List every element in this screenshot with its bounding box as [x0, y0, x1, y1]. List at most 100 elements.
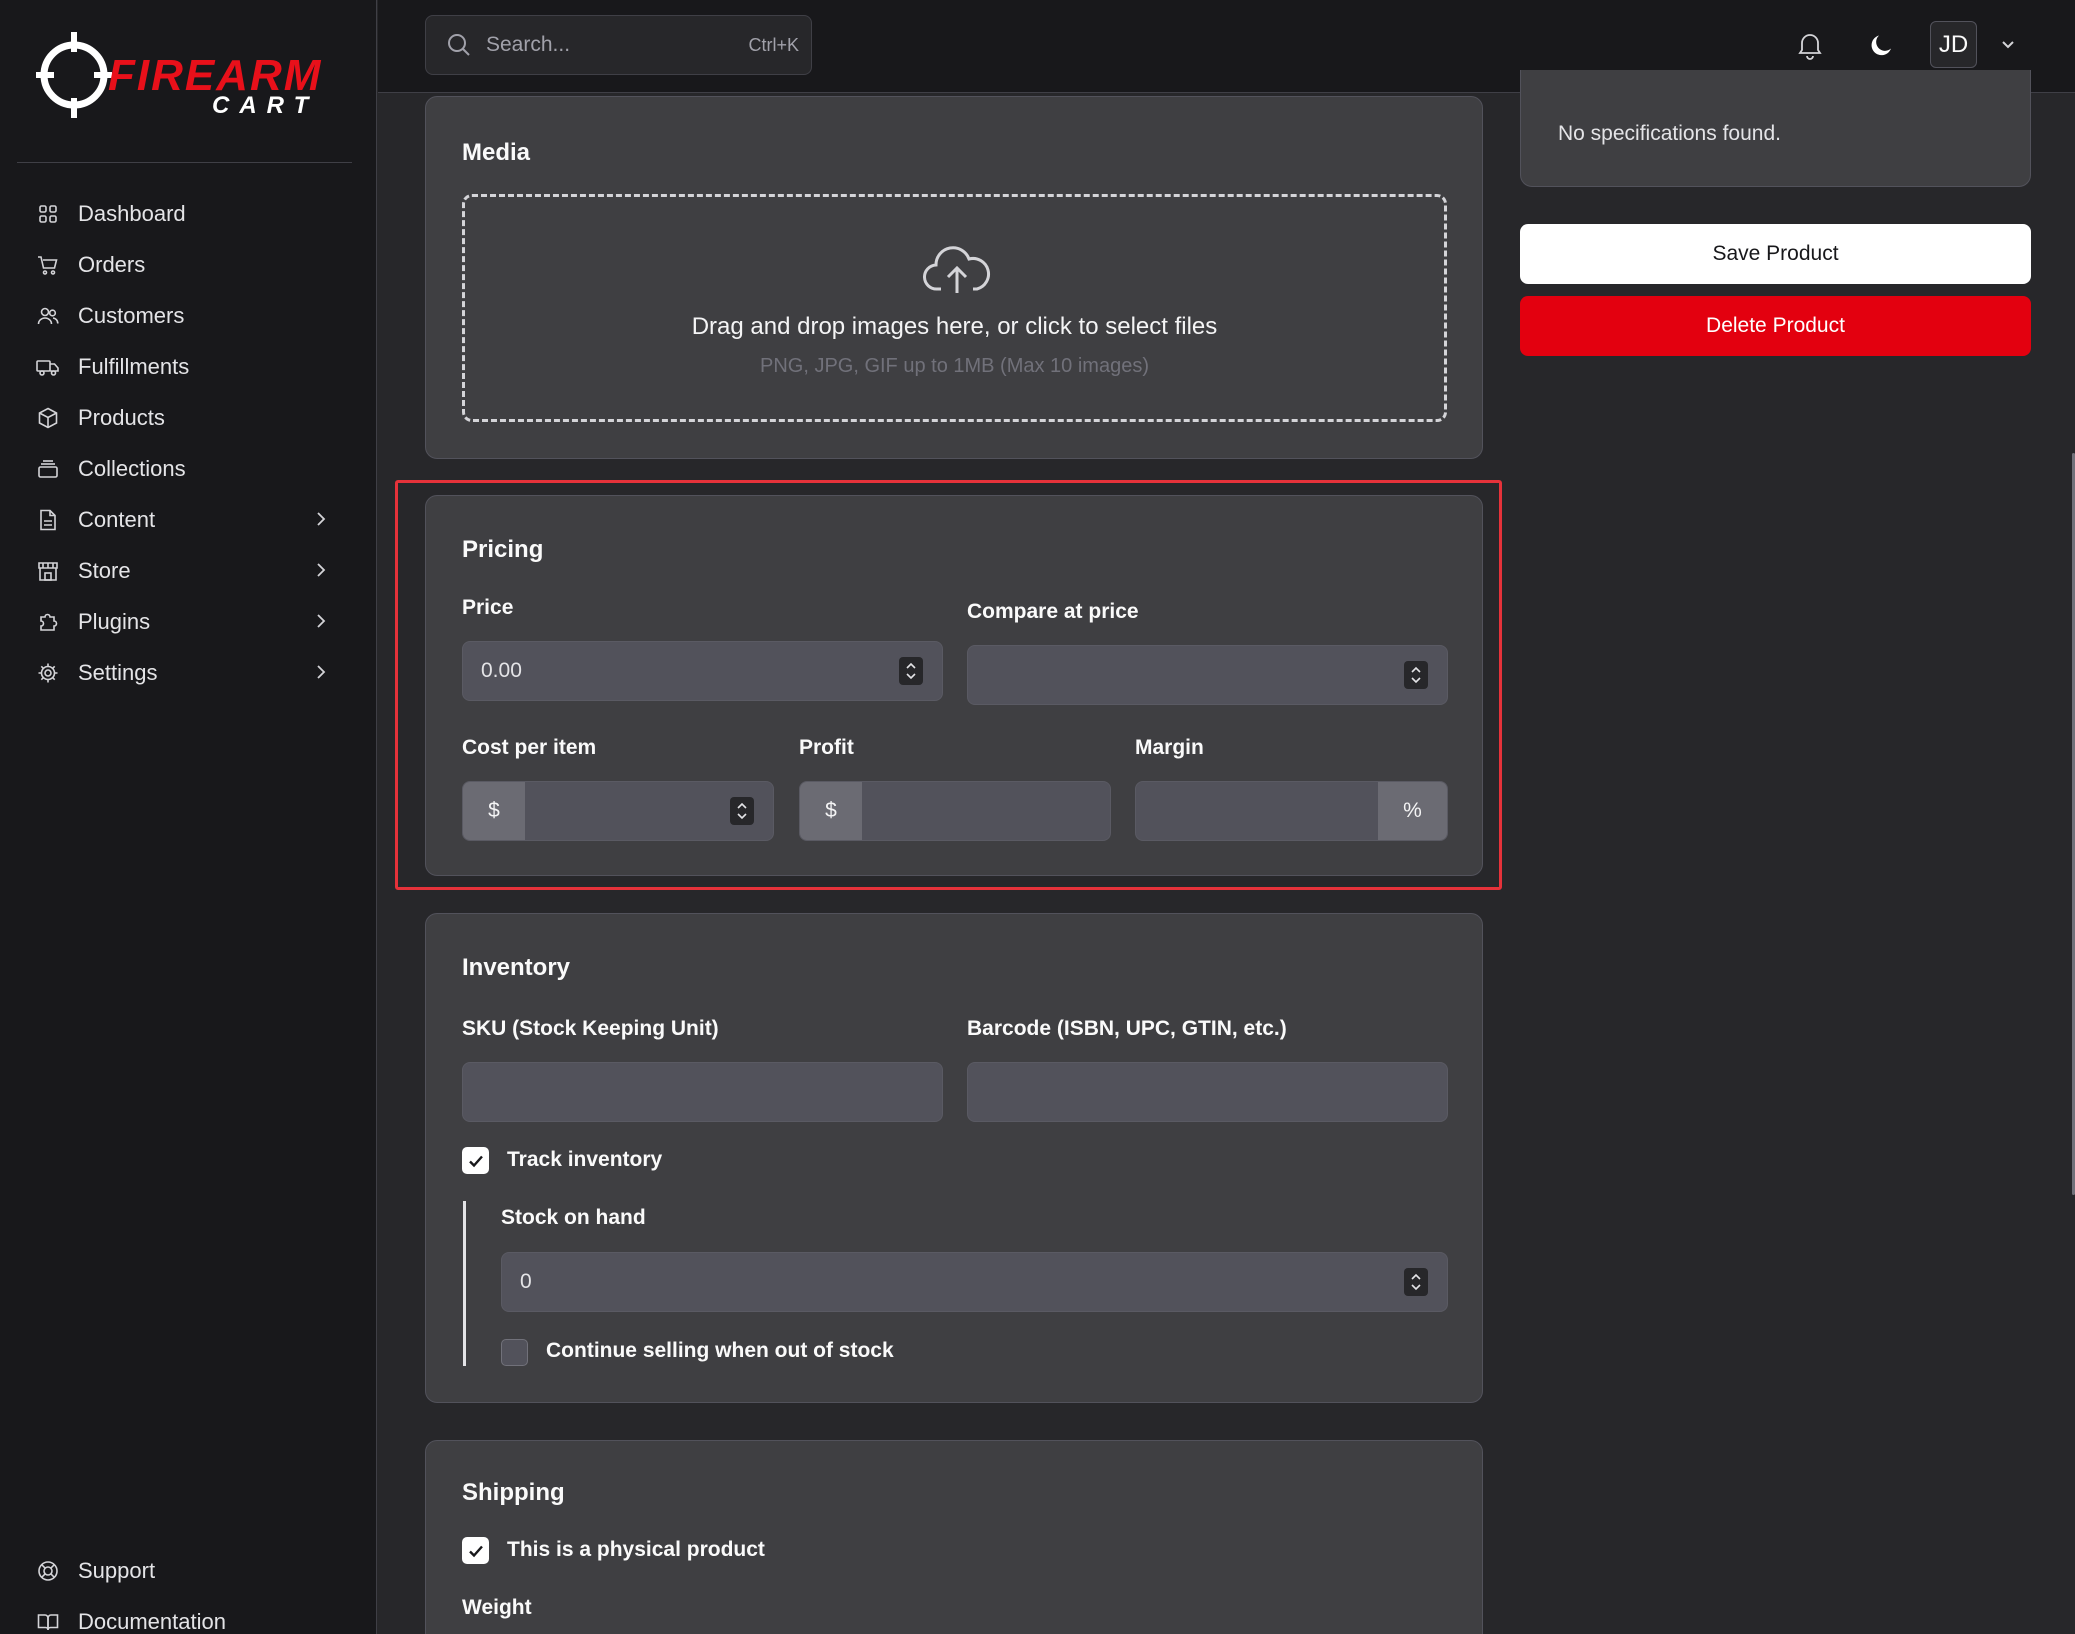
continue-selling-checkbox[interactable]	[501, 1339, 528, 1366]
search-shortcut: Ctrl+K	[748, 35, 799, 55]
media-card: Media Drag and drop images here, or clic…	[425, 96, 1483, 459]
sidebar-item-fulfillments[interactable]: Fulfillments	[0, 341, 377, 392]
save-product-button[interactable]: Save Product	[1520, 224, 2031, 284]
logo-wordmark-bottom: CART	[212, 92, 319, 119]
sidebar-item-documentation[interactable]: Documentation	[0, 1596, 377, 1634]
price-value: 0.00	[481, 659, 522, 682]
collection-icon	[36, 457, 60, 481]
sku-label: SKU (Stock Keeping Unit)	[462, 1017, 719, 1040]
lifebuoy-icon	[36, 1559, 60, 1583]
sidebar-item-label: Plugins	[78, 608, 151, 634]
stock-stepper[interactable]	[1404, 1268, 1428, 1296]
shipping-title: Shipping	[462, 1479, 565, 1506]
sidebar-item-collections[interactable]: Collections	[0, 443, 377, 494]
store-icon	[36, 559, 60, 583]
moon-icon[interactable]	[1867, 30, 1897, 60]
shipping-card: Shipping This is a physical product Weig…	[425, 1440, 1483, 1634]
sidebar-item-support[interactable]: Support	[0, 1545, 377, 1596]
sidebar-nav: Dashboard Orders Customers Fulfillments	[0, 188, 377, 698]
chevron-right-icon	[317, 614, 326, 628]
search-input[interactable]: Search... Ctrl+K	[425, 15, 812, 75]
sidebar-item-label: Orders	[78, 251, 146, 277]
pricing-card: Pricing Price 0.00 Compare at price Cost…	[425, 495, 1483, 876]
sidebar-item-settings[interactable]: Settings	[0, 647, 377, 698]
sidebar-item-products[interactable]: Products	[0, 392, 377, 443]
dropzone-text: Drag and drop images here, or click to s…	[691, 313, 1218, 340]
sidebar-item-label: Fulfillments	[78, 353, 190, 379]
cost-currency-addon: $	[463, 782, 525, 840]
sidebar-bottom-nav: Support Documentation	[0, 1545, 377, 1634]
barcode-label: Barcode (ISBN, UPC, GTIN, etc.)	[967, 1017, 1287, 1040]
pricing-title: Pricing	[462, 536, 544, 563]
sidebar-item-customers[interactable]: Customers	[0, 290, 377, 341]
sidebar-item-label: Documentation	[78, 1608, 226, 1634]
delete-product-button[interactable]: Delete Product	[1520, 296, 2031, 356]
track-inventory-label: Track inventory	[507, 1148, 663, 1171]
bell-icon[interactable]	[1795, 30, 1825, 60]
chevron-down-icon[interactable]	[1998, 34, 2018, 54]
sidebar-item-dashboard[interactable]: Dashboard	[0, 188, 377, 239]
physical-product-label: This is a physical product	[507, 1538, 765, 1561]
margin-percent-addon: %	[1378, 782, 1447, 840]
compare-price-label: Compare at price	[967, 600, 1139, 623]
profit-label: Profit	[799, 736, 854, 759]
weight-label: Weight	[462, 1596, 532, 1619]
price-input[interactable]: 0.00	[462, 641, 943, 701]
price-label: Price	[462, 596, 514, 619]
image-dropzone[interactable]: Drag and drop images here, or click to s…	[462, 194, 1447, 422]
margin-label: Margin	[1135, 736, 1204, 759]
continue-selling-label: Continue selling when out of stock	[546, 1339, 894, 1362]
cart-icon	[36, 253, 60, 277]
stock-on-hand-input[interactable]: 0	[501, 1252, 1448, 1312]
puzzle-icon	[36, 610, 60, 634]
compare-price-stepper[interactable]	[1404, 661, 1428, 689]
gear-icon	[36, 661, 60, 685]
checkmark-icon	[468, 1545, 483, 1557]
search-icon	[448, 34, 470, 56]
chevron-right-icon	[317, 665, 326, 679]
search-placeholder: Search...	[486, 33, 571, 56]
stepper-arrows-icon	[1411, 1273, 1421, 1291]
sidebar: FIREARM CART Dashboard Orders Customers …	[0, 0, 377, 1634]
inventory-title: Inventory	[462, 954, 571, 981]
sidebar-divider	[17, 162, 352, 163]
users-icon	[36, 304, 60, 328]
sidebar-item-content[interactable]: Content	[0, 494, 377, 545]
stepper-arrows-icon	[906, 662, 916, 680]
document-icon	[36, 508, 60, 532]
crosshair-logo-icon	[36, 32, 112, 118]
sidebar-item-label: Products	[78, 404, 165, 430]
firearm-cart-logo[interactable]: FIREARM CART	[36, 30, 336, 130]
book-icon	[36, 1610, 60, 1634]
sidebar-item-label: Settings	[78, 659, 158, 685]
track-inventory-checkbox[interactable]	[462, 1147, 489, 1174]
inventory-card: Inventory SKU (Stock Keeping Unit) Barco…	[425, 913, 1483, 1403]
chevron-right-icon	[317, 563, 326, 577]
sidebar-item-label: Support	[78, 1557, 156, 1583]
sidebar-item-plugins[interactable]: Plugins	[0, 596, 377, 647]
cloud-upload-icon	[923, 246, 990, 293]
sidebar-item-orders[interactable]: Orders	[0, 239, 377, 290]
stock-on-hand-label: Stock on hand	[501, 1206, 646, 1229]
compare-price-input[interactable]	[967, 645, 1448, 705]
dashboard-icon	[36, 202, 60, 226]
cost-per-item-input[interactable]: $	[462, 781, 774, 841]
specifications-empty-text: No specifications found.	[1558, 122, 1781, 145]
app-root: FIREARM CART Dashboard Orders Customers …	[0, 0, 2075, 1634]
avatar[interactable]: JD	[1930, 21, 1977, 68]
physical-product-checkbox[interactable]	[462, 1537, 489, 1564]
stepper-arrows-icon	[1411, 666, 1421, 684]
cost-stepper[interactable]	[730, 797, 754, 825]
sidebar-item-label: Customers	[78, 302, 185, 328]
sidebar-item-label: Dashboard	[78, 200, 186, 226]
sidebar-item-label: Content	[78, 506, 156, 532]
profit-currency-addon: $	[800, 782, 862, 840]
sidebar-item-store[interactable]: Store	[0, 545, 377, 596]
checkmark-icon	[468, 1155, 483, 1167]
sku-input[interactable]	[462, 1062, 943, 1122]
barcode-input[interactable]	[967, 1062, 1448, 1122]
stock-on-hand-value: 0	[520, 1270, 532, 1293]
stepper-arrows-icon	[737, 802, 747, 820]
box-icon	[36, 406, 60, 430]
price-stepper[interactable]	[899, 657, 923, 685]
